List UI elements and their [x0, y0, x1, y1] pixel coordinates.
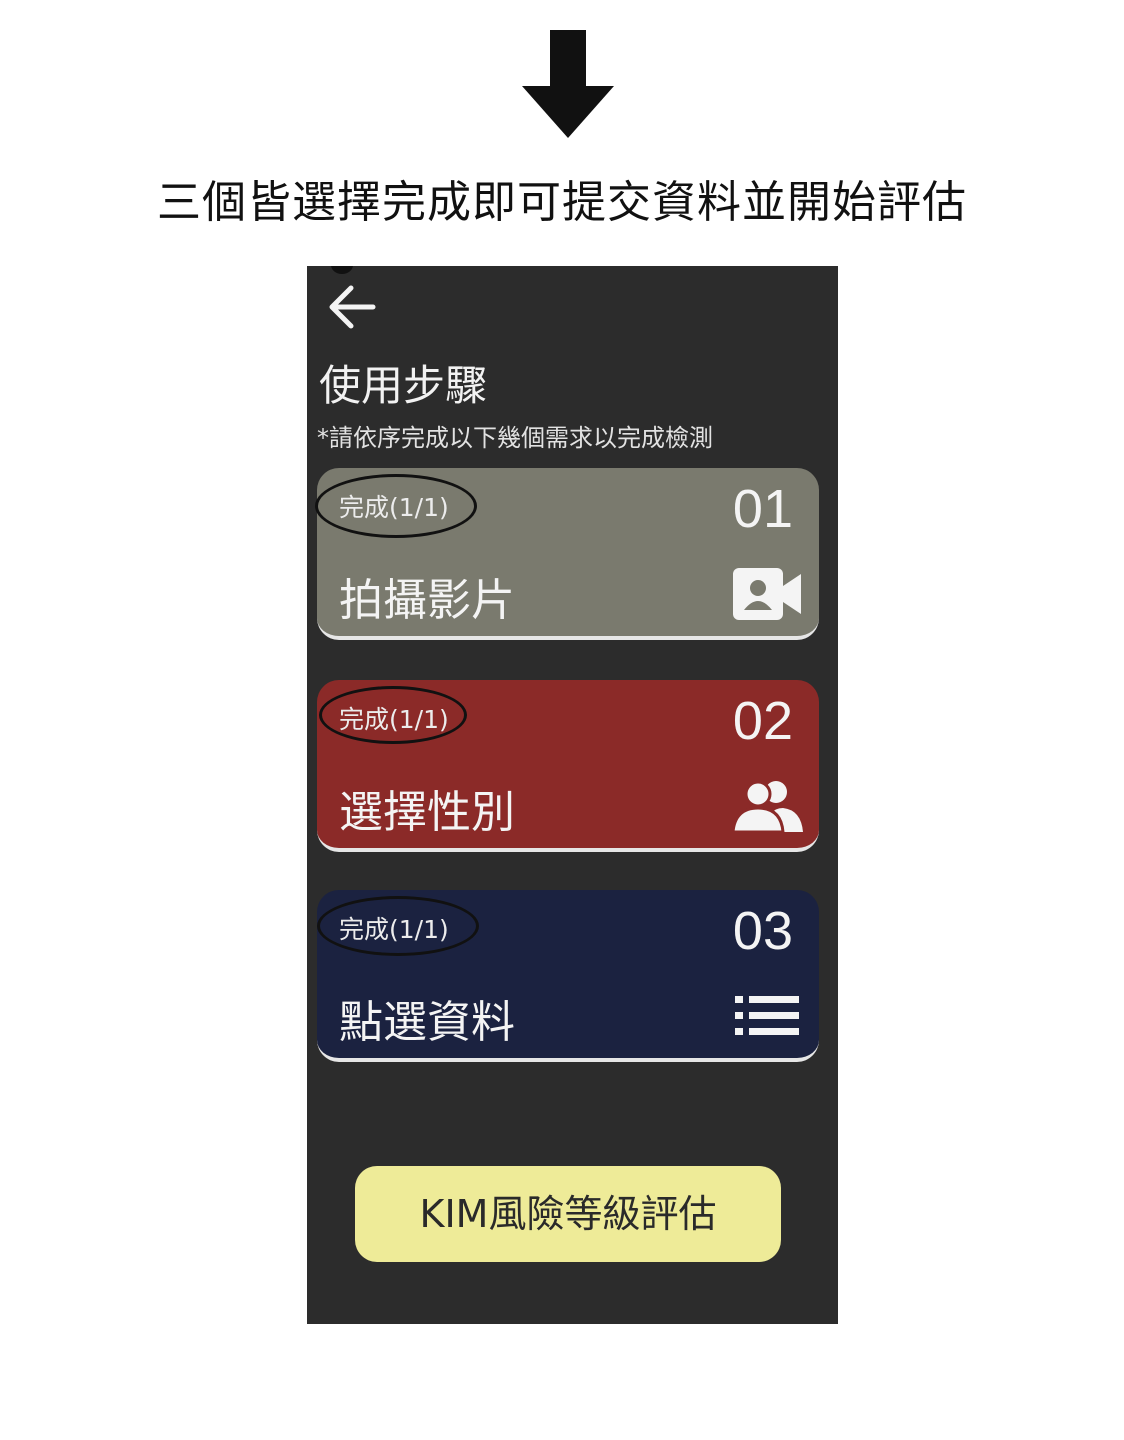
- phone-screen: 使用步驟 *請依序完成以下幾個需求以完成檢測 完成(1/1) 01 拍攝影片 完…: [307, 266, 838, 1324]
- list-icon: [735, 996, 799, 1035]
- back-arrow-icon[interactable]: [327, 284, 377, 330]
- step-label: 選擇性別: [339, 787, 515, 838]
- step-status: 完成(1/1): [339, 493, 449, 522]
- step-status: 完成(1/1): [339, 915, 449, 944]
- page: 三個皆選擇完成即可提交資料並開始評估 使用步驟 *請依序完成以下幾個需求以完成檢…: [0, 0, 1124, 1440]
- page-subtitle: *請依序完成以下幾個需求以完成檢測: [317, 424, 713, 452]
- down-arrow-icon: [522, 30, 614, 138]
- step-label: 點選資料: [339, 997, 515, 1048]
- page-title: 使用步驟: [319, 361, 488, 410]
- step-card-video[interactable]: 完成(1/1) 01 拍攝影片: [315, 468, 819, 640]
- camera-notch: [331, 266, 353, 274]
- step-status: 完成(1/1): [339, 705, 449, 734]
- step-card-gender[interactable]: 完成(1/1) 02 選擇性別: [317, 680, 819, 852]
- video-camera-icon: [733, 568, 801, 620]
- step-label: 拍攝影片: [339, 575, 515, 626]
- instruction-caption: 三個皆選擇完成即可提交資料並開始評估: [157, 177, 967, 228]
- step-card-data[interactable]: 完成(1/1) 03 點選資料: [317, 890, 819, 1062]
- kim-risk-assessment-button[interactable]: KIM風險等級評估: [355, 1166, 781, 1262]
- users-icon: [731, 780, 803, 834]
- step-number: 03: [732, 901, 793, 961]
- step-number: 02: [732, 691, 793, 751]
- step-number: 01: [732, 479, 793, 539]
